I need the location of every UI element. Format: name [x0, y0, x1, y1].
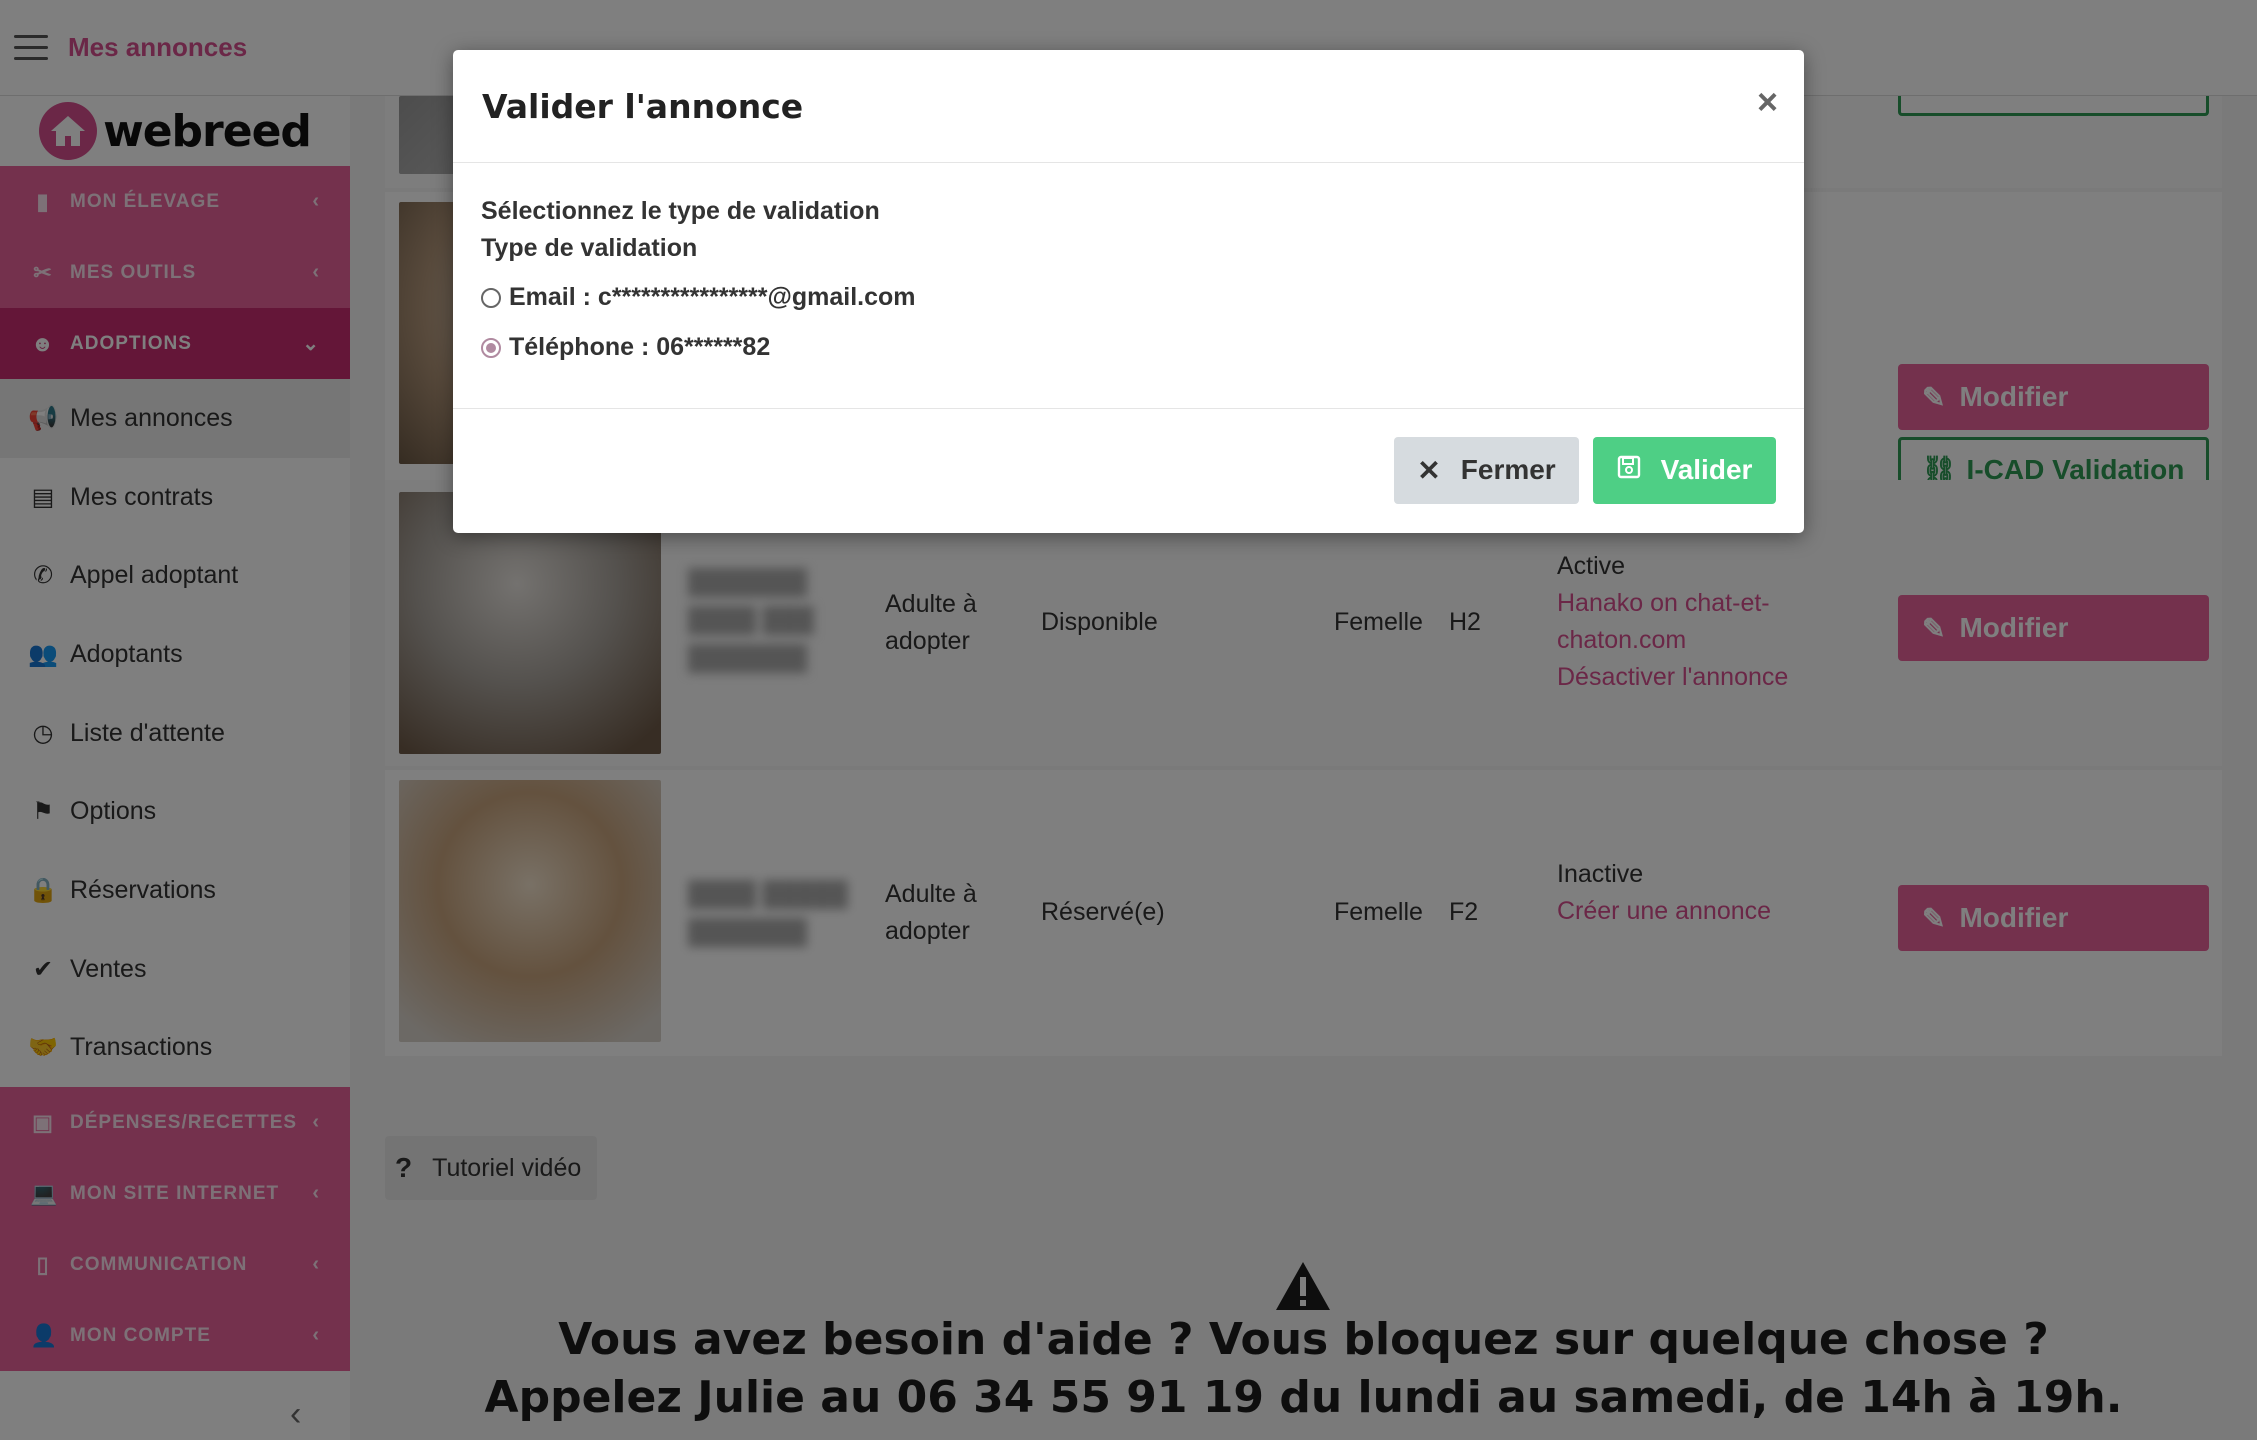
- close-button-label: Fermer: [1460, 454, 1556, 485]
- modal-title: Valider l'annonce: [482, 86, 804, 126]
- phone-option-label: Téléphone : 06******82: [509, 333, 771, 361]
- validate-button[interactable]: Valider: [1593, 436, 1776, 504]
- phone-radio[interactable]: [481, 337, 501, 358]
- email-radio[interactable]: [481, 287, 501, 308]
- validation-type-label: Type de validation: [481, 234, 698, 262]
- email-option[interactable]: Email : c****************@gmail.com: [481, 279, 1776, 316]
- close-button[interactable]: ✕ Fermer: [1394, 436, 1579, 504]
- modal-footer: ✕ Fermer Valider: [453, 409, 1804, 531]
- modal-body: Sélectionnez le type de validation Type …: [453, 163, 1804, 409]
- validate-button-label: Valider: [1660, 454, 1753, 485]
- validation-prompt: Sélectionnez le type de validation: [481, 197, 880, 225]
- times-icon: ✕: [1417, 454, 1441, 486]
- phone-option[interactable]: Téléphone : 06******82: [481, 329, 1776, 366]
- email-option-label: Email : c****************@gmail.com: [509, 283, 916, 311]
- modal-header: Valider l'annonce ×: [453, 50, 1804, 163]
- save-icon: [1617, 454, 1641, 486]
- validate-ad-modal: Valider l'annonce × Sélectionnez le type…: [453, 50, 1804, 533]
- close-icon[interactable]: ×: [1757, 84, 1778, 120]
